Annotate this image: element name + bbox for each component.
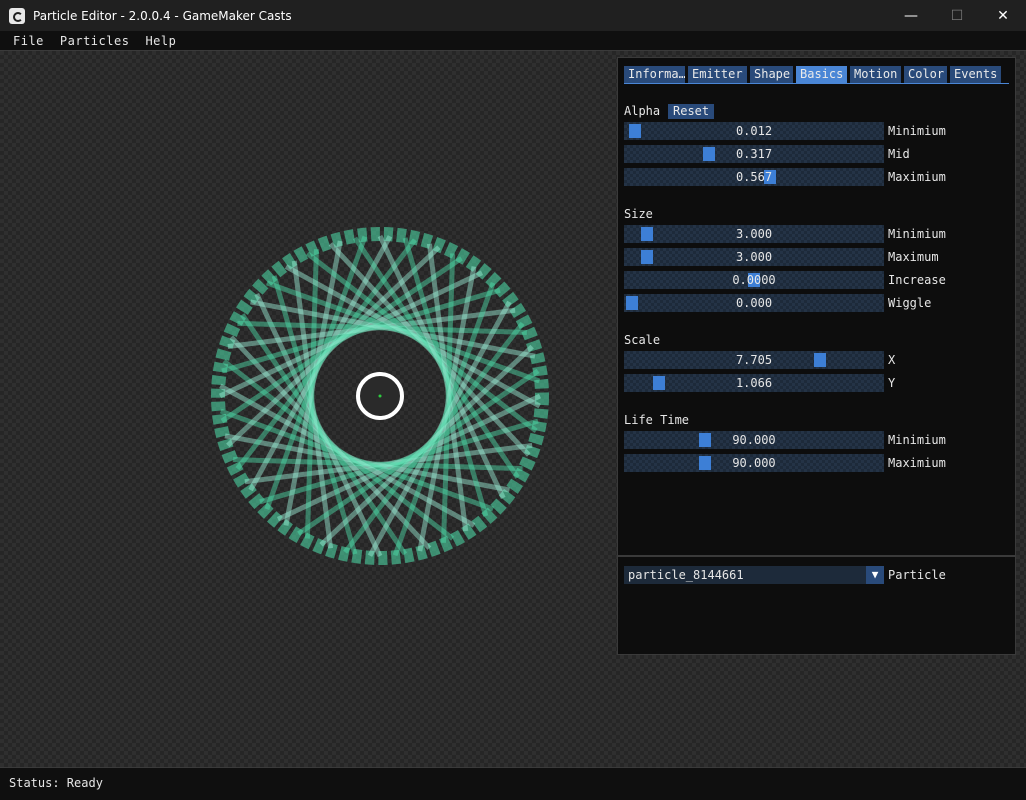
minimize-button[interactable]: — — [888, 0, 934, 31]
slider-value: 0.567 — [735, 170, 773, 184]
menu-particles[interactable]: Particles — [52, 34, 138, 48]
lifetime-heading: Life Time — [624, 413, 690, 427]
particle-dropdown[interactable]: particle_8144661 ▼ — [624, 566, 884, 584]
slider-value: 0.0000 — [732, 273, 776, 287]
maximize-button[interactable]: ☐ — [934, 0, 980, 31]
slider-value: 0.012 — [735, 124, 773, 138]
panel-divider — [618, 555, 1015, 557]
particle-dropdown-label: Particle — [888, 568, 946, 582]
properties-panel: Informa… Emitter Shape Basics Motion Col… — [617, 57, 1016, 655]
app-logo-icon — [9, 7, 25, 24]
status-text: Status: Ready — [9, 776, 103, 790]
alpha-min-label: Minimium — [888, 124, 946, 138]
window-title: Particle Editor - 2.0.0.4 - GameMaker Ca… — [33, 8, 292, 23]
lifetime-min-label: Minimium — [888, 433, 946, 447]
tab-shape[interactable]: Shape — [750, 66, 793, 83]
alpha-mid-slider[interactable]: 0.317 — [624, 145, 884, 163]
status-bar: Status: Ready — [0, 767, 1026, 800]
size-wiggle-label: Wiggle — [888, 296, 932, 310]
scale-x-label: X — [888, 353, 896, 367]
scale-y-slider[interactable]: 1.066 — [624, 374, 884, 392]
particle-preview — [211, 227, 549, 565]
size-min-label: Minimium — [888, 227, 946, 241]
slider-value: 7.705 — [735, 353, 773, 367]
lifetime-max-slider[interactable]: 90.000 — [624, 454, 884, 472]
size-max-label: Maximum — [888, 250, 939, 264]
slider-value: 0.000 — [735, 296, 773, 310]
scale-x-slider[interactable]: 7.705 — [624, 351, 884, 369]
size-increase-label: Increase — [888, 273, 946, 287]
size-min-slider[interactable]: 3.000 — [624, 225, 884, 243]
close-button[interactable]: ✕ — [980, 0, 1026, 31]
slider-value: 3.000 — [735, 250, 773, 264]
window-controls: — ☐ ✕ — [888, 0, 1026, 31]
slider-value: 90.000 — [732, 433, 776, 447]
size-max-slider[interactable]: 3.000 — [624, 248, 884, 266]
size-heading: Size — [624, 207, 653, 221]
lifetime-min-slider[interactable]: 90.000 — [624, 431, 884, 449]
tab-underline — [624, 83, 1009, 84]
tab-motion[interactable]: Motion — [850, 66, 901, 83]
title-bar: Particle Editor - 2.0.0.4 - GameMaker Ca… — [0, 0, 1026, 31]
lifetime-max-label: Maximium — [888, 456, 946, 470]
alpha-max-slider[interactable]: 0.567 — [624, 168, 884, 186]
alpha-max-label: Maximium — [888, 170, 946, 184]
chevron-down-icon[interactable]: ▼ — [866, 566, 884, 584]
tab-information[interactable]: Informa… — [624, 66, 685, 83]
size-wiggle-slider[interactable]: 0.000 — [624, 294, 884, 312]
slider-value: 90.000 — [732, 456, 776, 470]
tab-basics[interactable]: Basics — [796, 66, 847, 83]
size-increase-slider[interactable]: 0.0000 — [624, 271, 884, 289]
alpha-reset-button[interactable]: Reset — [668, 104, 715, 119]
slider-value: 1.066 — [735, 376, 773, 390]
slider-value: 0.317 — [735, 147, 773, 161]
alpha-mid-label: Mid — [888, 147, 910, 161]
tab-emitter[interactable]: Emitter — [688, 66, 747, 83]
menu-help[interactable]: Help — [137, 34, 184, 48]
tab-color[interactable]: Color — [904, 66, 947, 83]
tab-bar: Informa… Emitter Shape Basics Motion Col… — [624, 66, 1001, 83]
slider-value: 3.000 — [735, 227, 773, 241]
menu-bar: File Particles Help — [0, 31, 1026, 50]
alpha-min-slider[interactable]: 0.012 — [624, 122, 884, 140]
menu-file[interactable]: File — [0, 34, 52, 48]
scale-heading: Scale — [624, 333, 661, 347]
particle-dropdown-value: particle_8144661 — [628, 568, 744, 582]
scale-y-label: Y — [888, 376, 896, 390]
alpha-heading: Alpha — [624, 104, 661, 118]
tab-events[interactable]: Events — [950, 66, 1001, 83]
